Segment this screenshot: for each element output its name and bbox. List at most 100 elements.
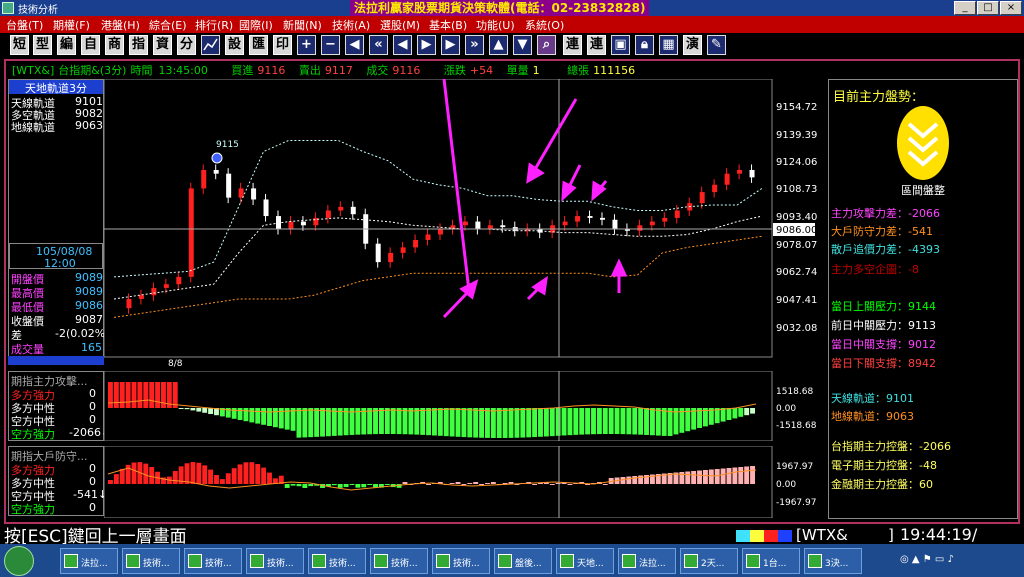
taskbar-item[interactable]: 技術... bbox=[122, 548, 180, 574]
toolbar-export-button[interactable]: 匯 bbox=[249, 35, 268, 55]
taskbar-item[interactable]: 法拉... bbox=[60, 548, 118, 574]
arrow-up-icon[interactable]: ▲ bbox=[489, 35, 508, 55]
force-bar bbox=[402, 482, 408, 484]
force-bar bbox=[349, 484, 355, 485]
taskbar-item[interactable]: 技術... bbox=[370, 548, 428, 574]
minus-icon[interactable]: − bbox=[321, 35, 340, 55]
force-bar bbox=[190, 462, 196, 484]
menu-item-ranking[interactable]: 排行(R) bbox=[195, 17, 233, 33]
toolbar-minute-button[interactable]: 分 bbox=[177, 35, 196, 55]
lower-support: 當日下關支撐：8942 bbox=[831, 357, 936, 370]
toolbar-edit-button[interactable]: 編 bbox=[57, 35, 76, 55]
toolbar-type-button[interactable]: 型 bbox=[33, 35, 52, 55]
start-button[interactable] bbox=[4, 546, 34, 576]
menu-item-basic[interactable]: 基本(B) bbox=[429, 17, 467, 33]
edit-icon[interactable]: ✎ bbox=[707, 35, 726, 55]
menu-item-hk[interactable]: 港盤(H) bbox=[101, 17, 140, 33]
attack-force-chart[interactable]: 1518.68 0.00 -1518.68 bbox=[104, 371, 828, 441]
menu-item-function[interactable]: 功能(U) bbox=[476, 17, 515, 33]
menu-item-tech[interactable]: 技術(A) bbox=[332, 17, 370, 33]
double-right-icon[interactable]: » bbox=[465, 35, 484, 55]
minimize-button[interactable]: _ bbox=[954, 1, 976, 15]
force-bar bbox=[620, 408, 626, 435]
force-bar bbox=[108, 382, 113, 408]
close-button[interactable]: × bbox=[1000, 1, 1022, 15]
force-bar bbox=[308, 484, 314, 487]
menu-item-options[interactable]: 期權(F) bbox=[53, 17, 90, 33]
force-bar bbox=[137, 382, 143, 408]
menu-item-select[interactable]: 選股(M) bbox=[380, 17, 420, 33]
candle-body bbox=[662, 217, 668, 222]
toolbar-replay-button[interactable]: 演 bbox=[683, 35, 702, 55]
taskbar-item[interactable]: 技術... bbox=[432, 548, 490, 574]
toolbar-link2-button[interactable]: 連 bbox=[587, 35, 606, 55]
force-bar bbox=[196, 462, 202, 484]
plus-icon[interactable]: + bbox=[297, 35, 316, 55]
step-left-icon[interactable]: ◀ bbox=[393, 35, 412, 55]
taskbar-item[interactable]: 3決... bbox=[804, 548, 862, 574]
quote-total: 111156 bbox=[593, 64, 636, 77]
taskbar-item[interactable]: 技術... bbox=[184, 548, 242, 574]
taskbar-item[interactable]: 2天... bbox=[680, 548, 738, 574]
toolbar-custom-button[interactable]: 自 bbox=[81, 35, 100, 55]
price-tick: 9062.74 bbox=[776, 267, 817, 278]
defense-force-chart[interactable]: 1967.97 0.00 -1967.97 bbox=[104, 446, 828, 518]
arrow-right-icon[interactable]: ▶ bbox=[441, 35, 460, 55]
film-icon[interactable]: ▦ bbox=[659, 35, 678, 55]
price-tick: 9108.73 bbox=[776, 184, 817, 195]
toolbar-index-button[interactable]: 指 bbox=[129, 35, 148, 55]
force-bar bbox=[649, 408, 655, 436]
toolbar-settings-button[interactable]: 設 bbox=[225, 35, 244, 55]
toolbar-data-button[interactable]: 資 bbox=[153, 35, 172, 55]
force-bar bbox=[243, 462, 249, 484]
candle-body bbox=[600, 217, 605, 220]
double-left-icon[interactable]: « bbox=[369, 35, 388, 55]
menu-item-general[interactable]: 綜合(E) bbox=[149, 17, 187, 33]
toolbar-link-button[interactable]: 連 bbox=[563, 35, 582, 55]
quote-total-label: 總張 bbox=[567, 64, 590, 77]
taskbar-item-label: 3決... bbox=[825, 559, 849, 569]
force-bar bbox=[302, 408, 308, 438]
lock-icon[interactable]: 🔒︎ bbox=[635, 35, 654, 55]
quote-volume-label: 單量 bbox=[506, 64, 529, 77]
toolbar-short-button[interactable]: 短 bbox=[10, 35, 29, 55]
arrow-down-icon[interactable]: ▼ bbox=[513, 35, 532, 55]
trend-title: 目前主力盤勢： bbox=[833, 90, 925, 105]
sub1-row-value: 0 bbox=[89, 413, 96, 426]
sub2-row-value: 0 bbox=[89, 462, 96, 475]
menu-item-taipan[interactable]: 台盤(T) bbox=[6, 17, 43, 33]
force-bar bbox=[449, 408, 455, 437]
force-intent: 主力多空企圖：-8 bbox=[831, 263, 919, 276]
taskbar-item[interactable]: 盤後... bbox=[494, 548, 552, 574]
force-retail-diff: 散戶追價力差：-4393 bbox=[831, 243, 940, 256]
menu-item-intl[interactable]: 國際(I) bbox=[239, 17, 273, 33]
taskbar-item[interactable]: 法拉... bbox=[618, 548, 676, 574]
toolbar-print-button[interactable]: 印 bbox=[273, 35, 292, 55]
force-bar bbox=[567, 484, 573, 485]
peak-marker-icon bbox=[211, 152, 223, 164]
sub1-row-value: 0 bbox=[89, 387, 96, 400]
taskbar-item[interactable]: 天地... bbox=[556, 548, 614, 574]
chart-icon[interactable] bbox=[201, 35, 220, 55]
taskbar-item[interactable]: 1台... bbox=[742, 548, 800, 574]
quote-trade: 9116 bbox=[392, 64, 421, 77]
menu-item-system[interactable]: 系統(O) bbox=[525, 17, 564, 33]
taskbar-item[interactable]: 技術... bbox=[246, 548, 304, 574]
menu-item-news[interactable]: 新聞(N) bbox=[283, 17, 322, 33]
toolbar-product-button[interactable]: 商 bbox=[105, 35, 124, 55]
candle-body bbox=[350, 206, 356, 215]
magnifier-icon[interactable]: ⌕ bbox=[537, 35, 556, 55]
maximize-button[interactable]: □ bbox=[977, 1, 999, 15]
window-icon[interactable]: ▣ bbox=[611, 35, 630, 55]
taskbar-item[interactable]: 技術... bbox=[308, 548, 366, 574]
price-chart[interactable]: 9154.72 9139.39 9124.06 9108.73 9093.40 … bbox=[104, 79, 828, 370]
date-axis-label: 8/8 bbox=[168, 359, 183, 369]
quote-bid-label: 買進 bbox=[231, 64, 254, 77]
step-right-icon[interactable]: ▶ bbox=[417, 35, 436, 55]
mid-support: 當日中關支撐：9012 bbox=[831, 338, 936, 351]
progress-bar bbox=[8, 356, 104, 365]
sub2-row-label: 空方強力 bbox=[11, 503, 55, 516]
te-control: 電子期主力控盤：-48 bbox=[831, 459, 937, 472]
arrow-left-icon[interactable]: ◀ bbox=[345, 35, 364, 55]
force-bar bbox=[361, 484, 367, 488]
